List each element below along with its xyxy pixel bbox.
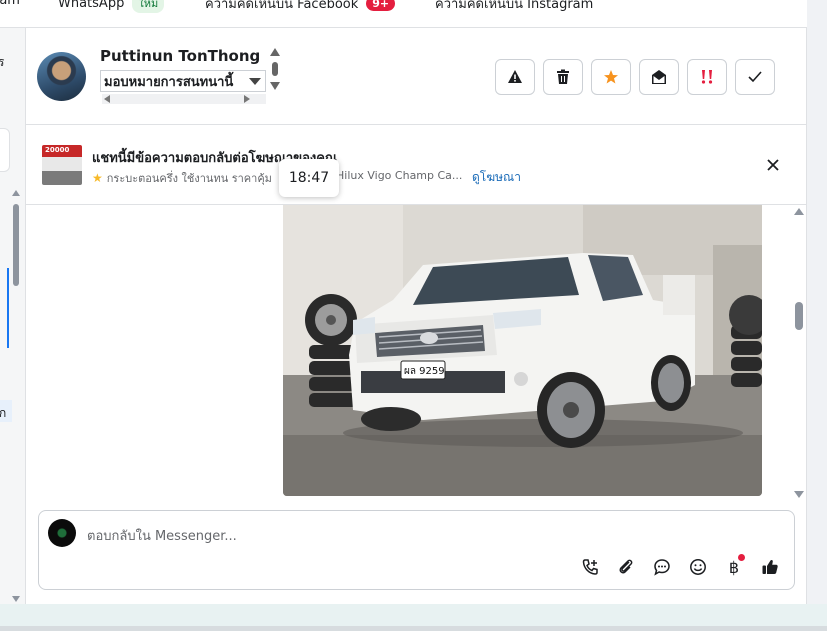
close-icon [767, 159, 779, 171]
scroll-up-arrow[interactable] [12, 190, 20, 196]
tab-label: WhatsApp [58, 0, 125, 11]
reply-composer: ตอบกลับใน Messenger... ฿ [38, 510, 795, 590]
scroll-down-arrow[interactable] [12, 596, 20, 602]
right-edge [807, 0, 827, 604]
smiley-icon [690, 559, 706, 575]
close-banner-button[interactable] [761, 153, 785, 177]
tab-instagram-comments[interactable]: ความคิดเห็นบน Instagram [435, 0, 593, 14]
chevron-down-icon [249, 78, 261, 85]
ad-thumbnail[interactable]: 20000 [42, 145, 82, 185]
payment-button[interactable]: ฿ [722, 554, 746, 579]
star-icon: ★ [92, 171, 103, 185]
scroll-thumb[interactable] [13, 204, 19, 286]
ad-thumb-price: 20000 [45, 146, 70, 154]
scroll-left-arrow[interactable] [104, 95, 110, 103]
thumbs-up-icon [762, 560, 778, 574]
list-fragment: ร [0, 53, 4, 72]
paperclip-icon [619, 559, 633, 574]
follow-up-button[interactable] [687, 59, 727, 95]
notification-dot [738, 554, 745, 561]
tab-facebook-comments[interactable]: ความคิดเห็นบน Facebook 9+ [205, 0, 396, 14]
ad-banner-subtitle: ★ กระบะตอนครึ่ง ใช้งานทน ราคาคุ้ม Hilux … [92, 169, 462, 187]
tab-whatsapp[interactable]: WhatsApp ใหม่ [58, 0, 165, 13]
ad-subtitle-end: Hilux Vigo Champ Ca... [336, 169, 463, 182]
phone-plus-icon [582, 559, 598, 575]
composer-tools: ฿ [578, 554, 782, 579]
conversation-actions [495, 59, 775, 95]
assign-hscrollbar[interactable] [102, 94, 266, 104]
page-avatar [48, 519, 76, 547]
license-plate-text: ผล 9259 [404, 366, 445, 377]
attach-button[interactable] [614, 555, 638, 579]
messages-scrollbar[interactable] [793, 208, 805, 498]
chat-bubble-icon [654, 559, 670, 576]
baht-icon: ฿ [728, 557, 740, 577]
conversation-header: Puttinun TonThong มอบหมายการสนทนานี้ [26, 28, 807, 125]
scroll-thumb[interactable] [272, 62, 278, 76]
tab-label: ความคิดเห็นบน Facebook [205, 0, 359, 12]
assign-dropdown[interactable]: มอบหมายการสนทนานี้ [100, 70, 266, 92]
selected-indicator [7, 268, 9, 348]
star-icon [604, 70, 618, 84]
done-button[interactable] [735, 59, 775, 95]
conversation-list-edge: ร ก [0, 28, 26, 604]
pickup-truck-photo: ผล 9259 [283, 205, 762, 496]
contact-name[interactable]: Puttinun TonThong [100, 47, 260, 65]
ad-subtitle-start: กระบะตอนครึ่ง ใช้งานทน ราคาคุ้ม [106, 172, 272, 185]
report-spam-button[interactable] [495, 59, 535, 95]
follow-up-icon [701, 70, 713, 84]
like-button[interactable] [758, 555, 782, 579]
new-badge: ใหม่ [132, 0, 165, 13]
view-ad-link[interactable]: ดูโฆษณา [472, 168, 521, 187]
scroll-thumb[interactable] [795, 302, 803, 330]
conversation-panel: Puttinun TonThong มอบหมายการสนทนานี้ 200… [26, 28, 807, 604]
scroll-up-arrow[interactable] [270, 48, 280, 56]
avatar[interactable] [37, 52, 86, 101]
mark-unread-button[interactable] [639, 59, 679, 95]
scroll-up-arrow[interactable] [794, 208, 804, 215]
tab-label: ram [0, 0, 20, 8]
call-button[interactable] [578, 555, 602, 579]
window-border [0, 626, 827, 631]
saved-replies-button[interactable] [650, 555, 674, 579]
warning-icon [508, 70, 522, 83]
list-fragment: ก [0, 404, 6, 423]
trash-icon [557, 69, 569, 84]
tab-label: ความคิดเห็นบน Instagram [435, 0, 594, 12]
inbox-window: ram WhatsApp ใหม่ ความคิดเห็นบน Facebook… [0, 0, 827, 631]
list-scrollbar[interactable] [12, 190, 20, 602]
search-box-edge[interactable] [0, 128, 10, 172]
star-button[interactable] [591, 59, 631, 95]
reply-input[interactable]: ตอบกลับใน Messenger... [87, 525, 237, 546]
assign-label: มอบหมายการสนทนานี้ [104, 74, 234, 90]
envelope-open-icon [652, 70, 666, 84]
channel-tabs: ram WhatsApp ใหม่ ความคิดเห็นบน Facebook… [0, 0, 807, 28]
header-vscrollbar[interactable] [270, 48, 280, 104]
timestamp-tooltip: 18:47 [279, 159, 339, 197]
tab-instagram-dm[interactable]: ram [0, 0, 20, 8]
count-badge: 9+ [366, 0, 396, 11]
message-image[interactable]: ผล 9259 [283, 205, 762, 496]
check-icon [748, 71, 762, 83]
scroll-down-arrow[interactable] [270, 82, 280, 90]
emoji-button[interactable] [686, 555, 710, 579]
delete-button[interactable] [543, 59, 583, 95]
ad-reply-banner: 20000 แชทนี้มีข้อความตอบกลับต่อโฆษณาของค… [26, 125, 807, 205]
scroll-right-arrow[interactable] [244, 95, 250, 103]
scroll-down-arrow[interactable] [794, 491, 804, 498]
